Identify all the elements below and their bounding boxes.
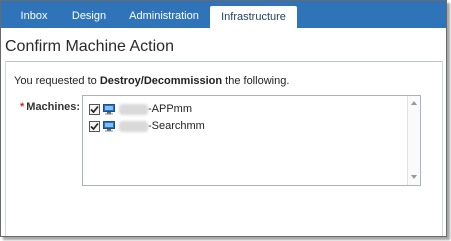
- machines-label-text: Machines:: [26, 101, 81, 113]
- machine-name: -APPmm: [148, 103, 192, 115]
- tab-bar: Inbox Design Administration Infrastructu…: [1, 1, 446, 28]
- list-item[interactable]: -Searchmm: [89, 119, 205, 133]
- scroll-up-arrow-icon[interactable]: [411, 101, 417, 105]
- tab-inbox[interactable]: Inbox: [13, 1, 55, 28]
- required-marker: *: [20, 101, 25, 113]
- action-name: Destroy/Decommission: [99, 75, 223, 87]
- message-suffix: the following.: [222, 75, 290, 87]
- machines-listbox[interactable]: -APPmm -Searchmm: [82, 95, 421, 186]
- confirmation-message: You requested to Destroy/Decommission th…: [14, 75, 289, 87]
- machines-label: * Machines:: [20, 101, 80, 113]
- computer-icon: [103, 120, 115, 131]
- machine-name: -Searchmm: [148, 120, 205, 132]
- tab-administration[interactable]: Administration: [125, 1, 203, 28]
- scroll-down-arrow-icon[interactable]: [411, 175, 417, 179]
- list-item[interactable]: -APPmm: [89, 102, 192, 116]
- redacted-hostname-prefix: [119, 120, 148, 132]
- machine-checkbox[interactable]: [89, 103, 100, 115]
- page-title: Confirm Machine Action: [5, 38, 174, 55]
- machine-checkbox[interactable]: [89, 120, 100, 132]
- tab-infrastructure[interactable]: Infrastructure: [210, 6, 297, 28]
- listbox-scrollbar[interactable]: [407, 96, 420, 185]
- computer-icon: [103, 103, 115, 114]
- tab-design[interactable]: Design: [63, 1, 115, 28]
- redacted-hostname-prefix: [119, 103, 148, 115]
- message-prefix: You requested to: [14, 75, 100, 87]
- dialog-frame: Inbox Design Administration Infrastructu…: [0, 0, 447, 237]
